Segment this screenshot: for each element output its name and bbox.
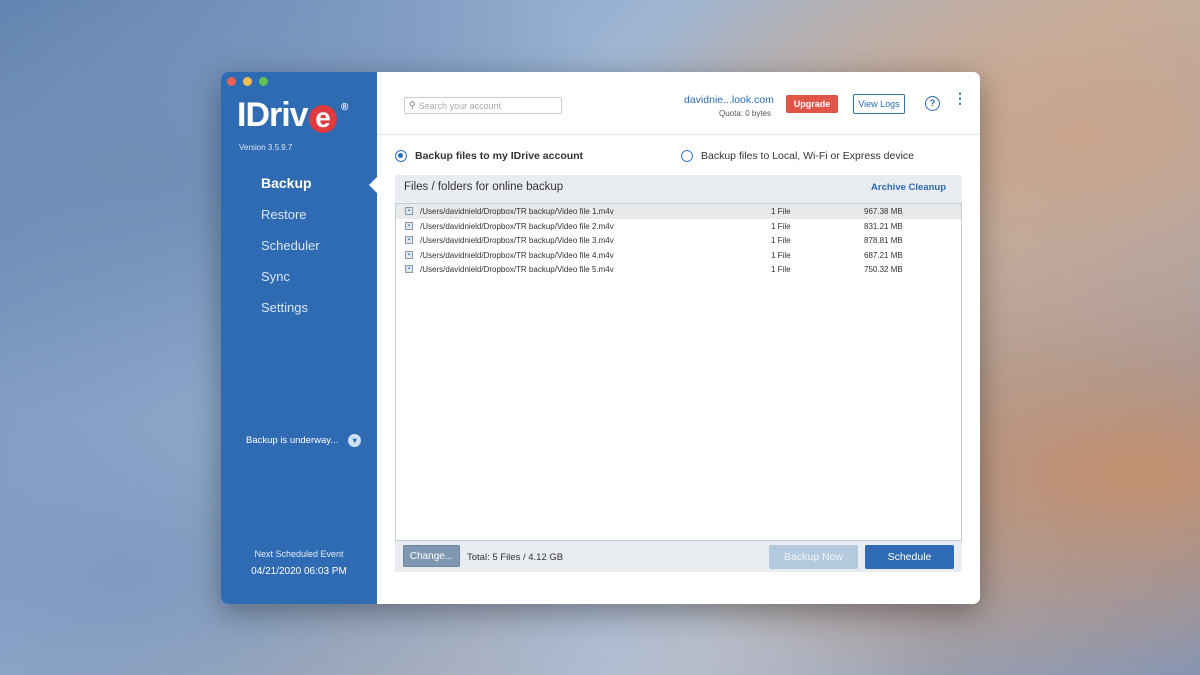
- file-path: /Users/davidnield/Dropbox/TR backup/Vide…: [420, 250, 614, 260]
- backup-online-label: Backup files to my IDrive account: [415, 150, 584, 162]
- file-path: /Users/davidnield/Dropbox/TR backup/Vide…: [420, 221, 614, 231]
- file-icon: ▪: [405, 250, 413, 259]
- backup-local-label: Backup files to Local, Wi-Fi or Express …: [701, 150, 914, 162]
- zoom-window-button[interactable]: [259, 77, 268, 86]
- registered-mark: ®: [341, 102, 348, 113]
- backup-panel: Files / folders for online backup Archiv…: [395, 175, 962, 572]
- file-list[interactable]: ▪ /Users/davidnield/Dropbox/TR backup/Vi…: [395, 203, 962, 541]
- file-path: /Users/davidnield/Dropbox/TR backup/Vide…: [420, 236, 614, 246]
- sidebar-item-scheduler[interactable]: Scheduler: [221, 230, 377, 261]
- file-icon: ▪: [405, 221, 413, 230]
- window-controls: [227, 77, 268, 86]
- upgrade-button[interactable]: Upgrade: [786, 95, 838, 113]
- file-size: 967.38 MB: [864, 207, 903, 216]
- idrive-window: IDriv e ® Version 3.5.9.7 Backup Restore S…: [221, 72, 980, 604]
- file-row[interactable]: ▪ /Users/davidnield/Dropbox/TR backup/Vi…: [396, 204, 961, 219]
- backup-status[interactable]: Backup is underway... ▾: [246, 434, 362, 447]
- radio-online[interactable]: [395, 150, 407, 162]
- quota-text: Quota: 0 bytes: [719, 109, 772, 118]
- file-path: /Users/davidnield/Dropbox/TR backup/Vide…: [420, 207, 614, 216]
- file-icon: ▪: [405, 207, 413, 215]
- sidebar: IDriv e ® Version 3.5.9.7 Backup Restore S…: [221, 72, 377, 604]
- file-size: 878.81 MB: [864, 236, 903, 246]
- schedule-button[interactable]: Schedule: [865, 545, 954, 569]
- backup-local-option[interactable]: Backup files to Local, Wi-Fi or Express …: [681, 150, 914, 162]
- sidebar-nav: Backup Restore Scheduler Sync Settings: [221, 168, 377, 323]
- sidebar-item-sync[interactable]: Sync: [221, 261, 377, 292]
- app-version: Version 3.5.9.7: [239, 143, 293, 152]
- file-icon: ▪: [405, 265, 413, 274]
- file-count: 1 File: [771, 265, 791, 275]
- panel-title: Files / folders for online backup: [404, 181, 564, 193]
- file-row[interactable]: ▪ /Users/davidnield/Dropbox/TR backup/Vi…: [396, 219, 961, 234]
- file-row[interactable]: ▪ /Users/davidnield/Dropbox/TR backup/Vi…: [396, 233, 961, 248]
- next-scheduled-date: 04/21/2020 06:03 PM: [251, 566, 347, 577]
- total-summary: Total: 5 Files / 4.12 GB: [467, 552, 564, 563]
- file-icon: ▪: [405, 236, 413, 245]
- close-window-button[interactable]: [227, 77, 236, 86]
- logo-e-lock-icon: e: [308, 104, 337, 133]
- file-count: 1 File: [771, 236, 791, 246]
- file-row[interactable]: ▪ /Users/davidnield/Dropbox/TR backup/Vi…: [396, 262, 961, 277]
- more-options-icon[interactable]: ⋮: [953, 91, 967, 105]
- chevron-down-icon[interactable]: ▾: [348, 434, 362, 447]
- file-size: 831.21 MB: [864, 221, 903, 231]
- backup-online-option[interactable]: Backup files to my IDrive account: [395, 150, 583, 162]
- file-count: 1 File: [771, 207, 791, 216]
- change-button[interactable]: Change...: [403, 545, 460, 567]
- main-content: ⚲ davidnie...look.com Quota: 0 bytes Upg…: [377, 72, 980, 604]
- sidebar-item-restore[interactable]: Restore: [221, 199, 377, 230]
- file-count: 1 File: [771, 221, 791, 231]
- next-scheduled-label: Next Scheduled Event: [254, 549, 344, 559]
- help-icon[interactable]: ?: [925, 96, 940, 111]
- search-icon: ⚲: [409, 100, 416, 110]
- sidebar-item-settings[interactable]: Settings: [221, 292, 377, 323]
- radio-local[interactable]: [681, 150, 693, 162]
- file-path: /Users/davidnield/Dropbox/TR backup/Vide…: [420, 265, 614, 275]
- backup-status-text: Backup is underway...: [246, 435, 339, 446]
- search-box[interactable]: ⚲: [404, 97, 562, 114]
- idrive-logo: IDriv e ®: [237, 96, 348, 134]
- file-size: 750.32 MB: [864, 265, 903, 275]
- archive-cleanup-link[interactable]: Archive Cleanup: [871, 182, 946, 193]
- minimize-window-button[interactable]: [243, 77, 252, 86]
- sidebar-item-backup[interactable]: Backup: [221, 168, 377, 199]
- file-row[interactable]: ▪ /Users/davidnield/Dropbox/TR backup/Vi…: [396, 248, 961, 263]
- backup-now-button[interactable]: Backup Now: [769, 545, 858, 569]
- top-bar: ⚲ davidnie...look.com Quota: 0 bytes Upg…: [377, 72, 980, 135]
- search-input[interactable]: [418, 100, 549, 111]
- account-email[interactable]: davidnie...look.com: [684, 94, 774, 106]
- file-count: 1 File: [771, 250, 791, 260]
- view-logs-button[interactable]: View Logs: [853, 94, 905, 114]
- file-size: 687.21 MB: [864, 250, 903, 260]
